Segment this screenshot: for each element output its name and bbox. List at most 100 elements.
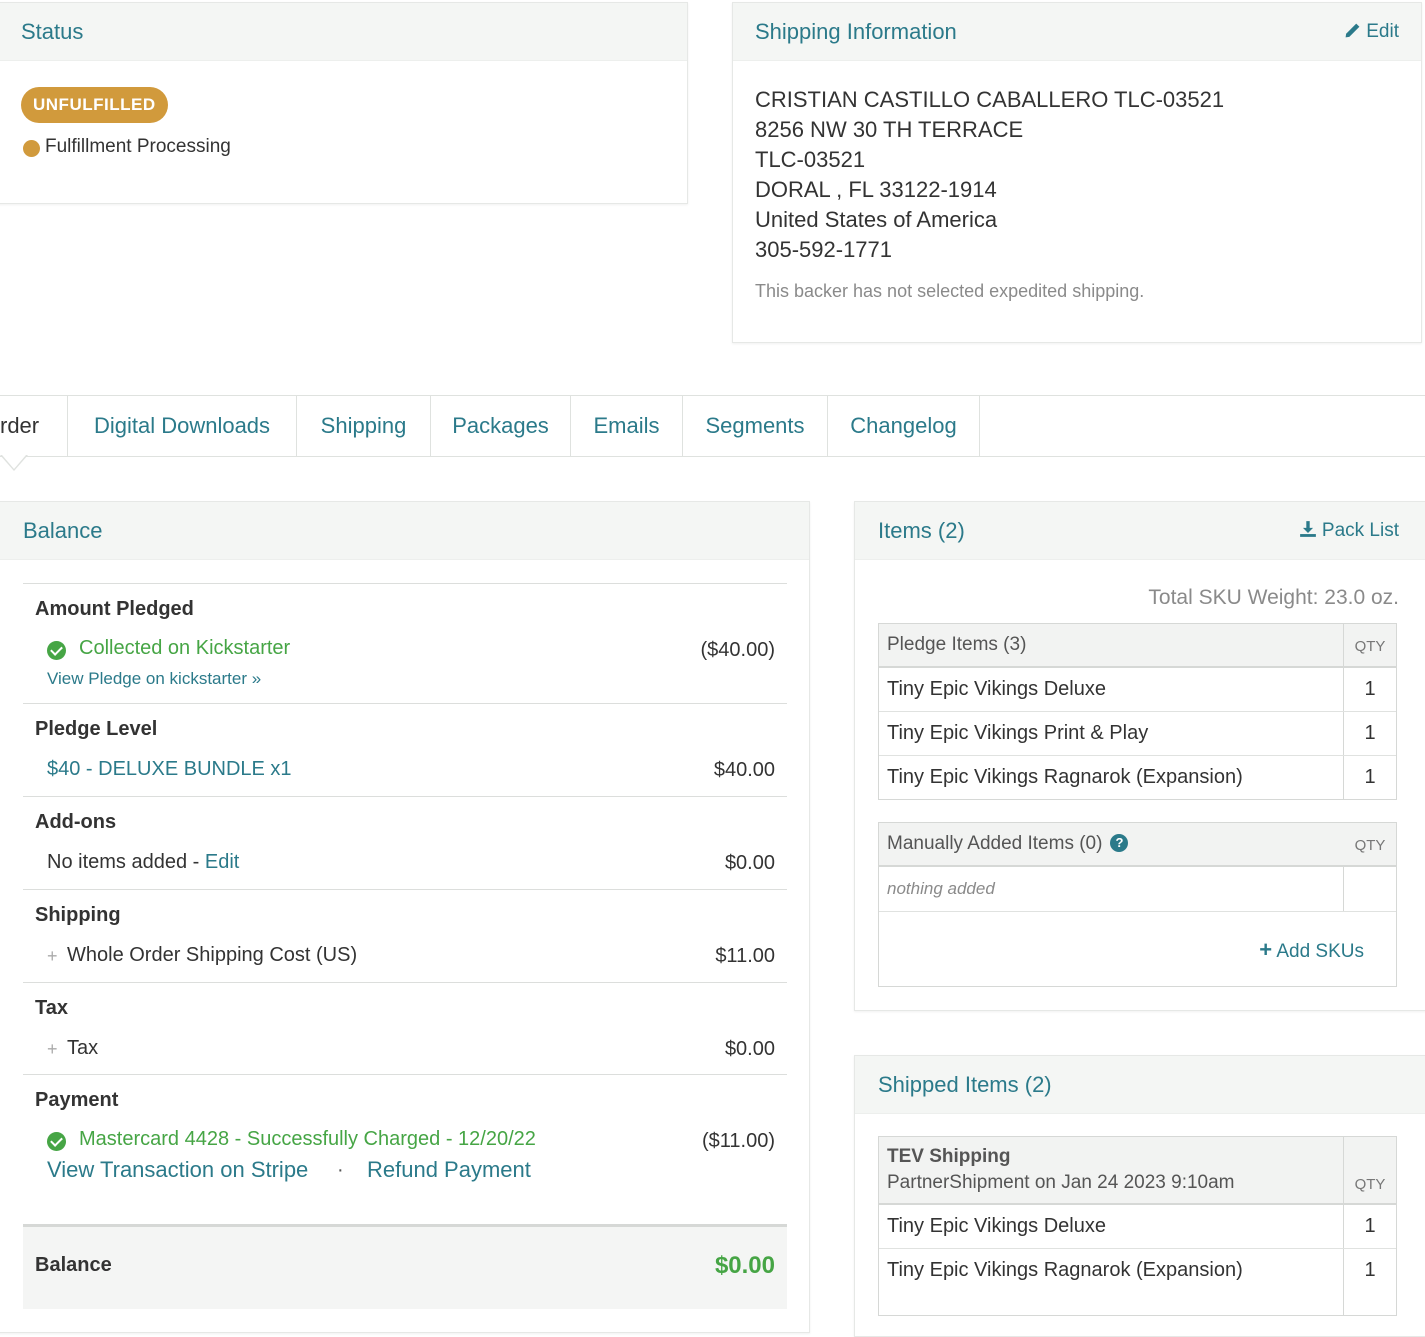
item-name: Tiny Epic Vikings Ragnarok (Expansion): [887, 1259, 1243, 1281]
status-panel: Status UNFULFILLED Fulfillment Processin…: [0, 2, 688, 204]
shipped-items-header: Shipped Items (2): [855, 1056, 1425, 1114]
pack-list-label: Pack List: [1321, 520, 1399, 541]
table-row: Tiny Epic Vikings Deluxe 1: [879, 1205, 1396, 1249]
pledge-items-heading: Pledge Items (3): [887, 634, 1027, 655]
shipping-cost-item: Whole Order Shipping Cost (US): [67, 944, 358, 966]
manual-items-heading: Manually Added Items (0)?: [887, 833, 1129, 855]
tax-row: Tax + Tax $0.00: [23, 982, 787, 1075]
shipment-header: TEV Shipping PartnerShipment on Jan 24 2…: [879, 1137, 1396, 1205]
view-stripe-link[interactable]: View Transaction on Stripe: [47, 1157, 308, 1183]
item-qty: 1: [1364, 1215, 1376, 1237]
table-row: Tiny Epic Vikings Deluxe 1: [879, 668, 1396, 712]
shipped-items-panel: Shipped Items (2) TEV Shipping PartnerSh…: [854, 1055, 1425, 1337]
balance-total-row: Balance $0.00: [23, 1224, 787, 1309]
addons-title: Add-ons: [35, 811, 117, 833]
tab-digital-downloads[interactable]: Digital Downloads: [68, 396, 297, 456]
pledge-level-row: Pledge Level $40 - DELUXE BUNDLE x1 $40.…: [23, 703, 787, 797]
expedited-shipping-note: This backer has not selected expedited s…: [755, 281, 1145, 301]
order-tab-bar: rder Digital Downloads Shipping Packages…: [0, 395, 1425, 457]
addons-row: Add-ons No items added - Edit $0.00: [23, 796, 787, 890]
tab-shipping[interactable]: Shipping: [297, 396, 431, 456]
item-qty: 1: [1364, 1259, 1376, 1281]
addons-edit-link[interactable]: Edit: [205, 851, 239, 873]
manual-items-table: Manually Added Items (0)? QTY nothing ad…: [878, 822, 1397, 987]
tax-value: $0.00: [724, 1038, 775, 1060]
collected-status: Collected on Kickstarter: [79, 637, 291, 659]
item-name: Tiny Epic Vikings Print & Play: [887, 722, 1149, 744]
shipping-info-edit-link[interactable]: Edit: [1344, 21, 1399, 43]
shipping-info-title: Shipping Information: [755, 19, 957, 44]
plus-icon: +: [1259, 937, 1273, 962]
addons-text: No items added - Edit: [47, 851, 239, 874]
payment-value: ($11.00): [701, 1130, 775, 1152]
items-panel: Items (2) Pack List Total SKU Weight: 23…: [854, 501, 1425, 1011]
table-row: Tiny Epic Vikings Print & Play 1: [879, 712, 1396, 756]
qty-column-label: QTY: [1354, 837, 1386, 854]
shipping-info-panel: Shipping Information Edit CRISTIAN CASTI…: [732, 2, 1422, 343]
qty-column-divider: [1343, 867, 1396, 911]
pledge-level-title: Pledge Level: [35, 718, 158, 740]
address-line-phone: 305-592-1771: [755, 237, 893, 262]
shipping-cost-row: Shipping + Whole Order Shipping Cost (US…: [23, 889, 787, 983]
address-line-street: 8256 NW 30 TH TERRACE: [755, 117, 1024, 142]
payment-title: Payment: [35, 1089, 119, 1111]
balance-title: Balance: [23, 518, 103, 543]
shipping-cost-value: $11.00: [715, 945, 775, 967]
total-sku-weight: Total SKU Weight: 23.0 oz.: [1148, 586, 1399, 609]
shipment-carrier: TEV Shipping: [887, 1146, 1011, 1167]
expand-plus-icon[interactable]: +: [47, 1039, 58, 1060]
table-row: nothing added: [879, 867, 1396, 912]
tab-order[interactable]: rder: [0, 396, 68, 456]
fulfillment-status-text: Fulfillment Processing: [45, 136, 231, 157]
items-header: Items (2) Pack List: [855, 502, 1425, 560]
tax-title: Tax: [35, 997, 68, 1019]
manual-items-header: Manually Added Items (0)? QTY: [879, 823, 1396, 867]
link-separator: ·: [337, 1159, 344, 1181]
active-tab-caret-inner: [2, 455, 26, 469]
item-name: Tiny Epic Vikings Deluxe: [887, 678, 1106, 700]
pack-list-link[interactable]: Pack List: [1299, 520, 1399, 542]
table-row: Tiny Epic Vikings Ragnarok (Expansion) 1: [879, 756, 1396, 799]
shipment-detail: PartnerShipment on Jan 24 2023 9:10am: [887, 1172, 1235, 1193]
address-line-name: CRISTIAN CASTILLO CABALLERO TLC-03521: [755, 87, 1225, 112]
shipping-cost-title: Shipping: [35, 904, 121, 926]
tax-item: Tax: [67, 1037, 99, 1059]
addons-empty-text: No items added -: [47, 851, 205, 873]
help-icon[interactable]: ?: [1110, 834, 1129, 852]
addons-value: $0.00: [724, 852, 775, 874]
empty-items-text: nothing added: [887, 879, 995, 898]
tab-changelog[interactable]: Changelog: [828, 396, 980, 456]
tab-segments[interactable]: Segments: [683, 396, 828, 456]
add-skus-button[interactable]: + Add SKUs: [1259, 937, 1364, 963]
refund-payment-link[interactable]: Refund Payment: [367, 1157, 531, 1183]
status-panel-header: Status: [0, 3, 687, 61]
download-icon: [1299, 521, 1316, 537]
balance-total-value: $0.00: [714, 1252, 775, 1279]
status-badge: UNFULFILLED: [21, 87, 168, 123]
address-line-street2: TLC-03521: [755, 147, 866, 172]
shipping-info-header: Shipping Information Edit: [733, 3, 1421, 61]
payment-status: Mastercard 4428 - Successfully Charged -…: [79, 1128, 536, 1150]
address-line-city: DORAL , FL 33122-1914: [755, 177, 997, 202]
payment-row: Payment Mastercard 4428 - Successfully C…: [23, 1074, 787, 1225]
add-skus-label: Add SKUs: [1276, 941, 1364, 962]
shipping-info-edit-label: Edit: [1366, 21, 1399, 42]
balance-header: Balance: [0, 502, 809, 560]
item-name: Tiny Epic Vikings Ragnarok (Expansion): [887, 766, 1243, 788]
items-title: Items (2): [878, 518, 965, 543]
tab-packages[interactable]: Packages: [431, 396, 571, 456]
view-pledge-link[interactable]: View Pledge on kickstarter »: [47, 669, 261, 689]
manual-items-heading-text: Manually Added Items (0): [887, 833, 1103, 854]
table-row: Tiny Epic Vikings Ragnarok (Expansion) 1: [879, 1249, 1396, 1292]
status-title: Status: [21, 19, 84, 44]
check-circle-icon: [47, 641, 66, 660]
pledge-level-link[interactable]: $40 - DELUXE BUNDLE x1: [47, 758, 292, 781]
amount-pledged-title: Amount Pledged: [35, 598, 194, 620]
tab-emails[interactable]: Emails: [571, 396, 683, 456]
check-circle-icon: [47, 1132, 66, 1151]
item-qty: 1: [1364, 722, 1376, 744]
address-line-country: United States of America: [755, 207, 998, 232]
item-qty: 1: [1364, 678, 1376, 700]
expand-plus-icon[interactable]: +: [47, 946, 58, 967]
balance-total-label: Balance: [35, 1254, 112, 1276]
